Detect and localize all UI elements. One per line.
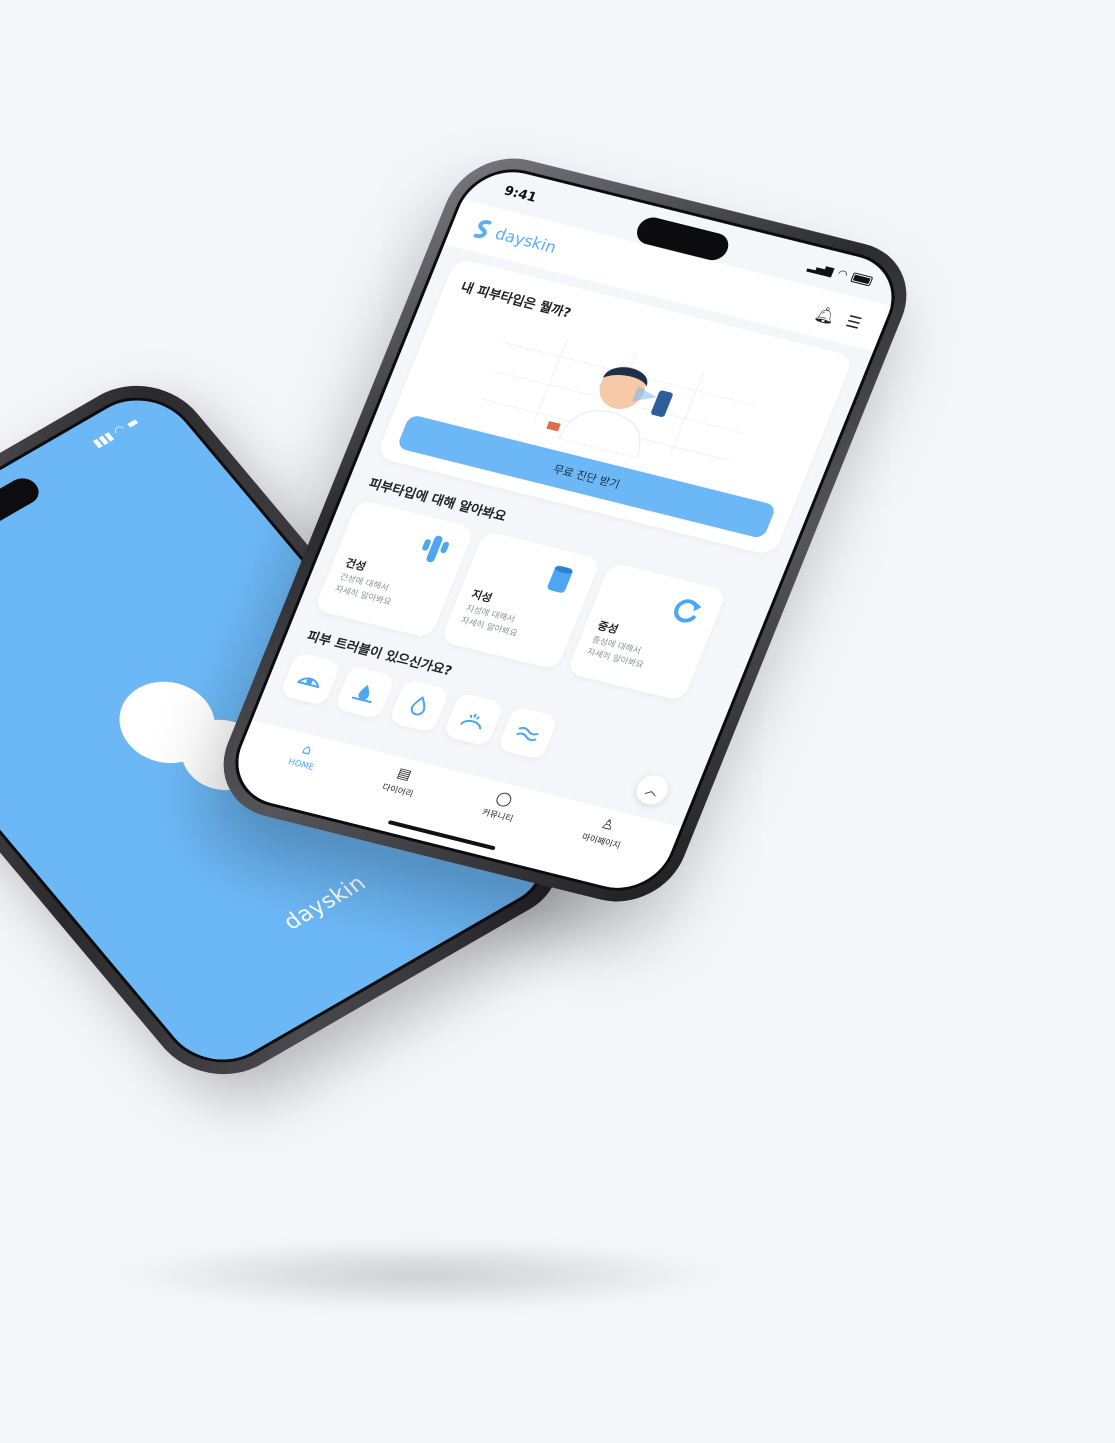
brand-mark-icon: [473, 220, 492, 238]
chat-icon: ◯: [493, 789, 515, 809]
brand-logo[interactable]: dayskin: [471, 218, 560, 257]
tab-label: 마이페이지: [580, 832, 622, 852]
home-phone: 9:41 ▂▄▆ ◠ dayskin 🔔︎ ☰ 내 피부타입은 뭘까? 무료 진…: [204, 145, 926, 915]
diary-icon: ▤: [394, 765, 414, 784]
oil-drop-icon: [410, 695, 426, 716]
dynamic-island: [0, 473, 45, 544]
skin-type-name: 중성: [595, 619, 621, 637]
status-icons: ▮▮▮ ◠ ▬: [89, 414, 142, 450]
brand-name: dayskin: [492, 223, 560, 257]
home-content: 내 피부타입은 뭘까? 무료 진단 받기 피부타입에 대해 알아봐요 건성 건성…: [252, 248, 872, 827]
floor-shadow: [120, 1240, 720, 1310]
menu-icon[interactable]: ☰: [843, 311, 864, 332]
skin-type-desc: 중성에 대해서 자세히 알아봐요: [585, 635, 645, 671]
bell-icon[interactable]: 🔔︎: [812, 303, 839, 326]
sensitive-icon: [296, 677, 320, 689]
status-indicators: ▂▄▆ ◠: [806, 259, 874, 287]
user-icon: ♙: [598, 816, 617, 835]
trouble-chip[interactable]: [333, 665, 396, 720]
trouble-chip[interactable]: [279, 651, 342, 706]
tab-label: 커뮤니티: [480, 807, 515, 825]
home-icon: ⌂: [299, 741, 315, 759]
tab-mypage[interactable]: ♙ 마이페이지: [566, 813, 630, 886]
oil-can-icon: [547, 565, 573, 593]
trouble-chip[interactable]: [496, 705, 559, 761]
tab-label: HOME: [286, 757, 316, 773]
wave-icon: [516, 726, 539, 742]
skin-type-desc: 지성에 대해서 자세히 알아봐요: [459, 603, 519, 640]
battery-icon: [850, 271, 874, 286]
header-actions: 🔔︎ ☰: [812, 303, 864, 332]
cactus-icon: [422, 535, 450, 563]
refresh-icon: [674, 599, 702, 623]
skin-type-name: 건성: [343, 556, 368, 574]
tab-label: 다이어리: [380, 782, 415, 800]
skin-type-desc: 건성에 대해서 자세히 알아봐요: [333, 572, 393, 608]
drop-icon: [351, 684, 372, 704]
tab-home[interactable]: ⌂ HOME: [272, 740, 323, 810]
trouble-chip[interactable]: [388, 678, 451, 734]
irritation-icon: [459, 713, 482, 730]
trouble-chip[interactable]: [442, 692, 505, 747]
skin-type-name: 지성: [469, 587, 495, 605]
chevron-up-icon: ︿: [643, 782, 661, 799]
wifi-icon: ◠: [835, 266, 850, 282]
signal-icon: ▂▄▆: [806, 259, 836, 278]
status-time: 9:41: [501, 183, 539, 206]
